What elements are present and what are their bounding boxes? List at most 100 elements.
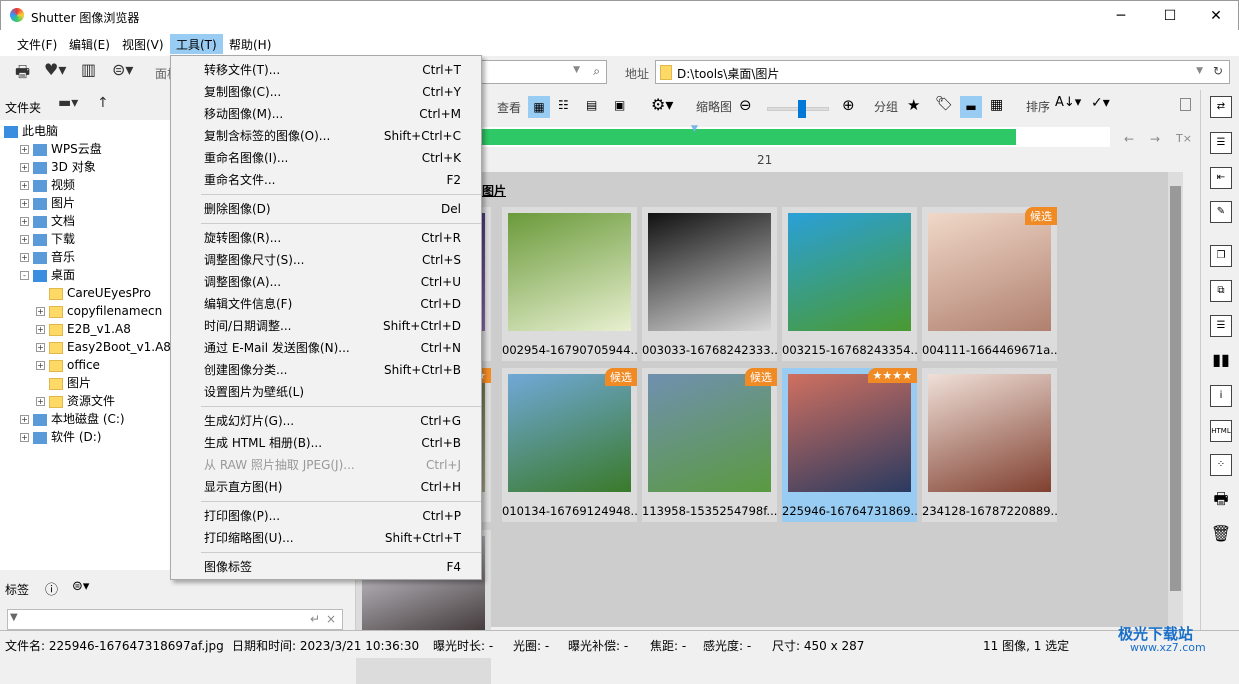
expand-icon[interactable]: + [20,415,29,424]
star-icon[interactable]: ★ [907,96,920,114]
panel-toggle-icon[interactable] [1180,98,1191,111]
menu-item[interactable]: 调整图像尺寸(S)... Ctrl+S [171,249,481,271]
tree-node[interactable]: + 图片 [20,194,75,212]
tree-node[interactable]: + 资源文件 [36,392,115,410]
expand-icon[interactable]: + [20,145,29,154]
tree-node[interactable]: + E2B_v1.A8 [36,320,131,338]
copy-icon[interactable]: ☰ [1210,132,1232,154]
edit-tag-icon[interactable]: ⓘ [45,579,58,598]
check-icon[interactable]: ✓▾ [1091,95,1110,111]
list-view-icon[interactable]: ▤ [586,98,597,112]
thumbnail-item[interactable]: 004111-1664469671a... 候选 [922,207,1057,361]
thumbnail-view-icon[interactable]: ▦ [528,96,550,118]
menu-item[interactable]: 显示直方图(H) Ctrl+H [171,476,481,498]
tree-node[interactable]: + 文档 [20,212,75,230]
expand-icon[interactable]: + [20,253,29,262]
zoom-out-icon[interactable]: ⊖ [739,96,752,114]
back-icon[interactable]: ← [1124,132,1134,146]
columns-icon[interactable]: ▥ [81,60,96,79]
preview-view-icon[interactable]: ▣ [614,98,625,112]
tree-node[interactable]: + 本地磁盘 (C:) [20,410,125,428]
enter-icon[interactable]: ↵ [310,612,320,626]
address-input[interactable]: D:\tools\桌面\图片 ▼ ↻ [655,60,1230,84]
menu-item[interactable]: 复制图像(C)... Ctrl+Y [171,81,481,103]
menu-item[interactable]: 编辑文件信息(F) Ctrl+D [171,293,481,315]
menu-item[interactable]: 重命名文件... F2 [171,169,481,191]
dropdown-arrow-icon[interactable]: ▼ [573,65,580,75]
thumbnail-item[interactable]: 003215-16768243354... [782,207,917,361]
expand-icon[interactable]: + [36,343,45,352]
tree-node[interactable]: + 软件 (D:) [20,428,101,446]
compare-icon[interactable]: ⧉ [1210,280,1232,302]
maximize-button[interactable]: ☐ [1147,5,1193,27]
breadcrumb[interactable]: 图片 [482,182,506,199]
menu-item[interactable]: 移动图像(M)... Ctrl+M [171,103,481,125]
tree-node[interactable]: + 下载 [20,230,75,248]
clear-icon[interactable]: × [326,612,336,626]
menu-item[interactable]: 复制含标签的图像(O)... Shift+Ctrl+C [171,125,481,147]
thumbnail-item[interactable]: 002954-16790705944... [502,207,637,361]
up-arrow-icon[interactable]: ↑ [97,95,109,111]
favorite-icon[interactable]: ♥▾ [44,60,66,79]
slideshow-icon[interactable]: ⁘ [1210,454,1232,476]
minimize-button[interactable]: ─ [1098,5,1144,27]
tree-node[interactable]: + Easy2Boot_v1.A8 [36,338,171,356]
menu-item[interactable]: 通过 E-Mail 发送图像(N)... Ctrl+N [171,337,481,359]
menu-item[interactable]: 设置图片为壁纸(L) [171,381,481,403]
expand-icon[interactable]: + [36,325,45,334]
tree-node[interactable]: + 视频 [20,176,75,194]
search-icon[interactable]: ⌕ [593,64,600,79]
menu-item[interactable]: 打印图像(P)... Ctrl+P [171,505,481,527]
menu-item[interactable]: 调整图像(A)... Ctrl+U [171,271,481,293]
menu-item[interactable]: 生成幻灯片(G)... Ctrl+G [171,410,481,432]
move-icon[interactable]: ⇤ [1210,167,1232,189]
calendar-icon[interactable]: ▦ [990,97,1003,113]
tag-list-icon[interactable]: ⊜▾ [72,579,89,594]
expand-icon[interactable]: + [36,361,45,370]
refresh-icon[interactable]: ↻ [1213,64,1223,78]
scrollbar-thumb[interactable] [1170,186,1181,591]
tree-node[interactable]: + copyfilenamecn [36,302,162,320]
menu-view[interactable]: 视图(V) [116,34,170,54]
zoom-in-icon[interactable]: ⊕ [842,96,855,114]
tree-node[interactable]: 图片 [36,374,91,392]
settings-icon[interactable]: ⚙▾ [651,95,673,114]
tree-node[interactable]: + 音乐 [20,248,75,266]
print-icon[interactable]: 🖶 [1210,489,1232,511]
expand-icon[interactable]: + [36,307,45,316]
menu-tools[interactable]: 工具(T) [170,34,223,54]
menu-item[interactable]: 图像标签 F4 [171,556,481,578]
sort-az-icon[interactable]: A↓▾ [1055,95,1081,110]
info-icon[interactable]: i [1210,385,1232,407]
dropdown-arrow-icon[interactable]: ▼ [1196,66,1203,76]
search-input[interactable]: ▼ ⌕ [470,60,607,84]
menu-item[interactable]: 从 RAW 照片抽取 JPEG(J)... Ctrl+J [171,454,481,476]
expand-icon[interactable]: + [20,199,29,208]
thumbnail-item[interactable]: 225946-16764731869... ★★★★ [782,368,917,522]
windows-icon[interactable]: ❐ [1210,245,1232,267]
menu-help[interactable]: 帮助(H) [223,34,277,54]
thumbnail-item[interactable]: 234128-16787220889... [922,368,1057,522]
forward-icon[interactable]: → [1150,132,1160,146]
menu-file[interactable]: 文件(F) [11,34,63,54]
tree-node[interactable]: +3D 对象 [20,158,96,176]
edit-icon[interactable]: ✎ [1210,201,1232,223]
adjust-icon[interactable]: ☰ [1210,315,1232,337]
globe-icon[interactable]: ⊜▾ [112,60,133,79]
tree-node[interactable]: - 桌面 [20,266,75,284]
expand-icon[interactable]: + [20,433,29,442]
histogram-icon[interactable]: ▮▮ [1210,350,1232,372]
trash-icon[interactable]: 🗑 [1210,524,1232,546]
thumbnail-item[interactable]: 113958-1535254798f... 候选 [642,368,777,522]
expand-icon[interactable]: + [36,397,45,406]
menu-item[interactable]: 旋转图像(R)... Ctrl+R [171,227,481,249]
folder-menu-icon[interactable]: ▬▾ [58,95,78,111]
thumbnail-item[interactable]: 003033-16768242333... [642,207,777,361]
menu-item[interactable]: 生成 HTML 相册(B)... Ctrl+B [171,432,481,454]
expand-icon[interactable]: + [20,235,29,244]
timeline-bar[interactable]: ▼ [480,124,1110,147]
tag-icon[interactable]: 🏷 [935,96,953,112]
tree-node[interactable]: + office [36,356,100,374]
expand-icon[interactable]: + [20,217,29,226]
expand-icon[interactable]: + [20,163,29,172]
